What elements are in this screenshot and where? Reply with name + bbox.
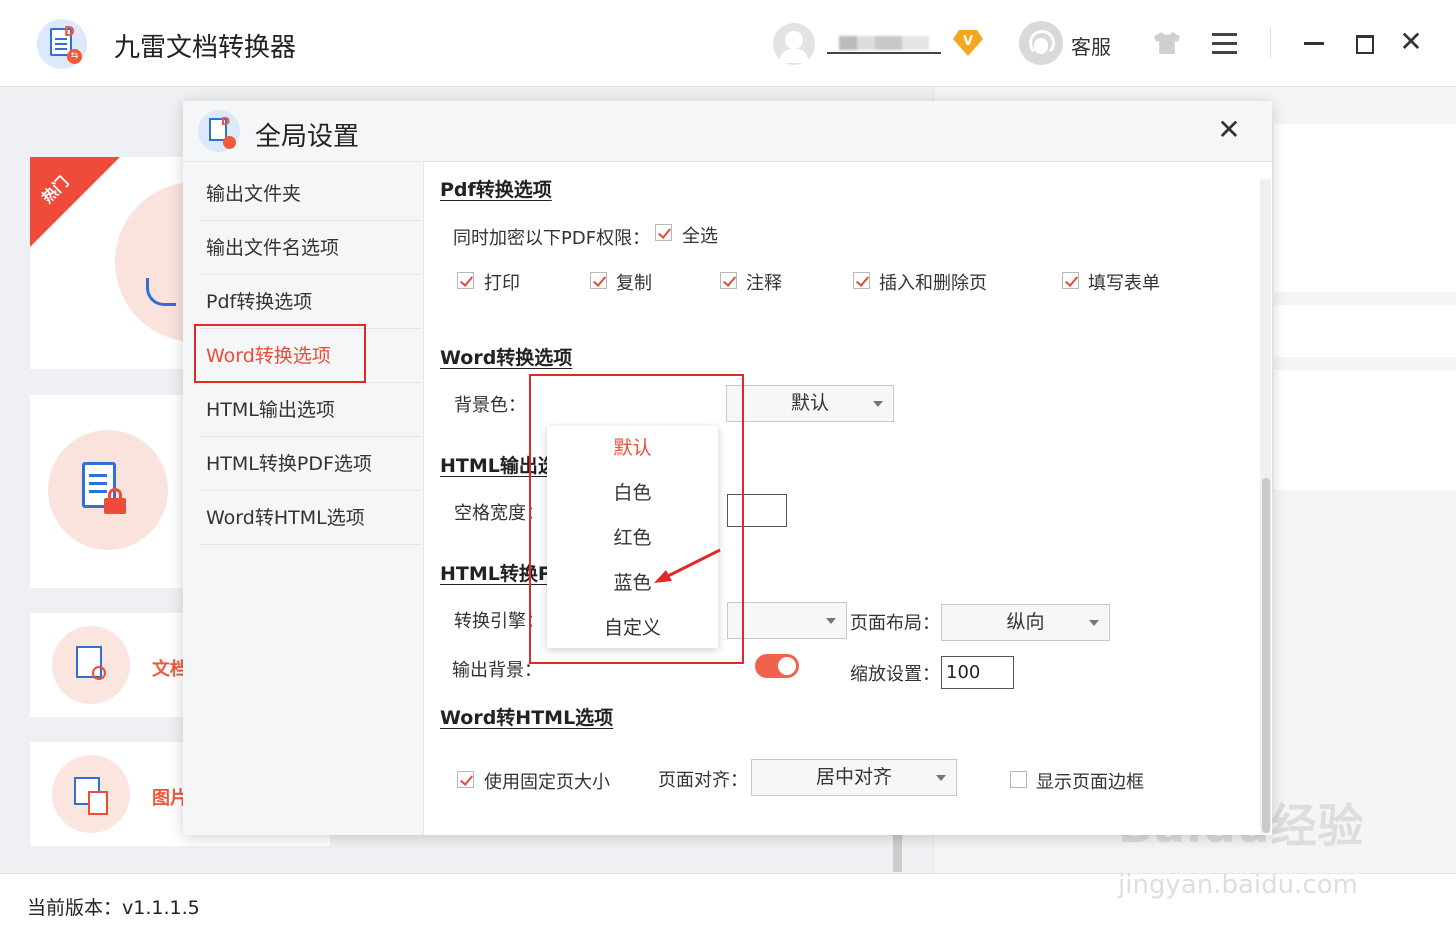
user-avatar-icon[interactable] bbox=[773, 23, 815, 65]
nav-html-output[interactable]: HTML输出选项 bbox=[200, 383, 422, 437]
layout-label: 页面布局： bbox=[850, 613, 940, 634]
word-bg-label: 背景色： bbox=[454, 395, 526, 416]
page-border-label[interactable]: 显示页面边框 bbox=[1036, 768, 1144, 794]
baidu-watermark-url: jingyan.baidu.com bbox=[1118, 870, 1358, 900]
perm-copy-label[interactable]: 复制 bbox=[616, 269, 652, 295]
nav-word-to-html[interactable]: Word转HTML选项 bbox=[200, 491, 422, 545]
document-lock-icon bbox=[82, 462, 130, 514]
nav-html-to-pdf[interactable]: HTML转换PDF选项 bbox=[200, 437, 422, 491]
pdf-encrypt-label: 同时加密以下PDF权限： bbox=[453, 228, 651, 249]
app-title: 九雷文档转换器 bbox=[114, 33, 297, 63]
vip-badge-icon[interactable]: V bbox=[953, 30, 983, 56]
zoom-input[interactable]: 100 bbox=[941, 656, 1014, 689]
output-bg-toggle[interactable] bbox=[755, 654, 799, 678]
align-select[interactable]: 居中对齐 bbox=[751, 759, 957, 796]
dialog-logo-icon: D bbox=[198, 110, 240, 152]
image-convert-icon bbox=[52, 755, 130, 833]
toolbar-divider bbox=[1270, 28, 1271, 58]
perm-copy-checkbox[interactable] bbox=[590, 272, 607, 289]
dialog-close-button[interactable]: ✕ bbox=[1216, 116, 1242, 144]
pdf-section-title: Pdf转换选项 bbox=[440, 179, 552, 201]
perm-pages-checkbox[interactable] bbox=[853, 272, 870, 289]
user-name-link[interactable] bbox=[827, 32, 941, 54]
skin-shirt-icon[interactable] bbox=[1154, 32, 1180, 54]
customer-service-icon[interactable] bbox=[1019, 21, 1063, 65]
settings-nav: 输出文件夹 输出文件名选项 Pdf转换选项 Word转换选项 HTML输出选项 … bbox=[183, 162, 424, 835]
perm-print-checkbox[interactable] bbox=[457, 272, 474, 289]
perm-print-label[interactable]: 打印 bbox=[484, 269, 520, 295]
dialog-header: D 全局设置 ✕ bbox=[183, 101, 1272, 162]
select-all-checkbox[interactable] bbox=[655, 224, 672, 241]
perm-forms-label[interactable]: 填写表单 bbox=[1088, 269, 1160, 295]
dropdown-highlight-box bbox=[529, 374, 744, 664]
menu-icon[interactable] bbox=[1212, 33, 1237, 54]
select-all-label[interactable]: 全选 bbox=[682, 222, 718, 248]
nav-output-folder[interactable]: 输出文件夹 bbox=[200, 167, 422, 221]
perm-annotate-label[interactable]: 注释 bbox=[746, 269, 782, 295]
minimize-button[interactable] bbox=[1300, 30, 1328, 56]
word-section-title: Word转换选项 bbox=[440, 347, 573, 369]
perm-pages-label[interactable]: 插入和删除页 bbox=[879, 269, 987, 295]
layout-select[interactable]: 纵向 bbox=[941, 604, 1110, 641]
app-logo-icon: D ⇆ bbox=[37, 19, 87, 69]
dialog-title: 全局设置 bbox=[255, 122, 360, 152]
align-label: 页面对齐： bbox=[658, 770, 748, 791]
perm-annotate-checkbox[interactable] bbox=[720, 272, 737, 289]
word-bg-select[interactable]: 默认 bbox=[726, 385, 894, 422]
customer-service-label[interactable]: 客服 bbox=[1071, 31, 1111, 60]
zoom-label: 缩放设置： bbox=[850, 664, 940, 685]
doc-edit-icon bbox=[52, 626, 130, 704]
nav-pdf-options[interactable]: Pdf转换选项 bbox=[200, 275, 422, 329]
close-window-button[interactable]: ✕ bbox=[1398, 28, 1424, 56]
engine-select[interactable] bbox=[727, 602, 847, 639]
dialog-scroll-thumb[interactable] bbox=[1262, 478, 1270, 833]
title-bar: D ⇆ 九雷文档转换器 V 客服 ✕ bbox=[0, 0, 1456, 87]
annotation-arrow-icon bbox=[654, 548, 721, 583]
page-border-checkbox[interactable] bbox=[1010, 771, 1027, 788]
word-html-section-title: Word转HTML选项 bbox=[440, 707, 614, 729]
maximize-button[interactable] bbox=[1350, 30, 1378, 56]
nav-output-filename[interactable]: 输出文件名选项 bbox=[200, 221, 422, 275]
version-label: 当前版本：v1.1.1.5 bbox=[27, 897, 200, 919]
nav-highlight-box bbox=[194, 324, 366, 383]
fixed-size-checkbox[interactable] bbox=[457, 771, 474, 788]
perm-forms-checkbox[interactable] bbox=[1062, 272, 1079, 289]
fixed-size-label[interactable]: 使用固定页大小 bbox=[484, 768, 610, 794]
